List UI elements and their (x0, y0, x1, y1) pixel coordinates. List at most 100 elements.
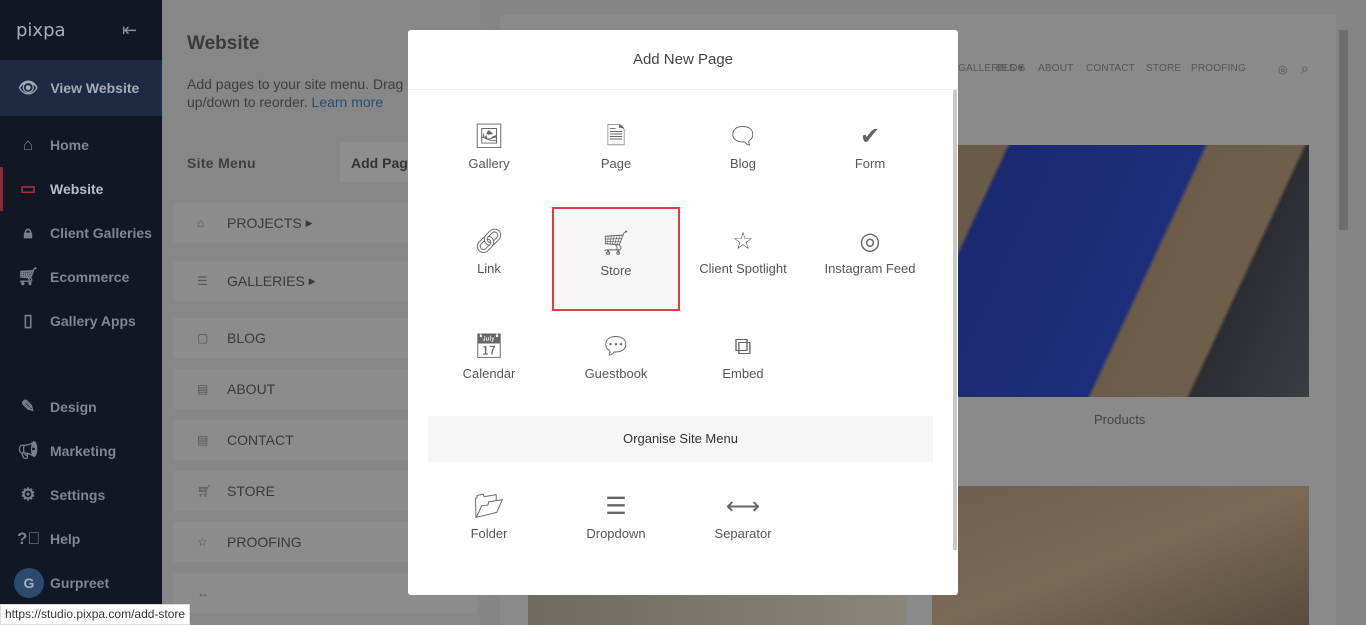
calendar-plus-icon: 📅︎ (473, 333, 505, 360)
home-icon: ⌂ (22, 135, 34, 154)
tile-label: Embed (722, 366, 764, 381)
home-icon: ⌂ (197, 216, 205, 230)
tile-label: Page (600, 156, 632, 171)
collapse-sidebar-icon[interactable]: ⇤ (122, 20, 137, 41)
document-icon: 🗎 (606, 123, 626, 150)
sidebar-item-ecommerce[interactable]: 🛒︎ Ecommerce (0, 255, 162, 299)
double-check-icon: ✔ (859, 123, 881, 150)
tile-label: Store (600, 263, 632, 278)
page-type-link[interactable]: 🔗︎ Link (425, 207, 553, 311)
tile-label: Instagram Feed (824, 261, 916, 276)
tile-label: Blog (729, 156, 757, 171)
preview-nav-store: STORE (1146, 63, 1182, 74)
megaphone-icon: 📢︎ (17, 441, 39, 460)
page-type-calendar[interactable]: 📅︎ Calendar (425, 312, 553, 416)
sidebar-item-settings[interactable]: ⚙ Settings (0, 473, 162, 517)
page-type-guestbook[interactable]: 💬︎ Guestbook (552, 312, 680, 416)
label: Help (50, 531, 81, 547)
user-profile[interactable]: G Gurpreet (0, 561, 162, 605)
page-type-instagram-feed[interactable]: ◎ Instagram Feed (806, 207, 934, 311)
label: Client Galleries (50, 225, 152, 241)
tile-label: Form (854, 156, 886, 171)
page-type-client-spotlight[interactable]: ☆ Client Spotlight (679, 207, 807, 311)
label: Website (50, 181, 104, 197)
help-icon: ?⃝ (17, 529, 41, 548)
tile-label: Link (477, 261, 501, 276)
star-icon: ☆ (197, 535, 208, 549)
chat-bubble-icon: 💬︎ (600, 333, 632, 360)
sidebar-item-home[interactable]: ⌂ Home (0, 123, 162, 167)
design-icon: ✎ (20, 397, 36, 416)
label: PROOFING (227, 534, 302, 550)
browser-icon: ▭ (19, 179, 37, 198)
sidebar-item-website[interactable]: ▭ Website (0, 167, 162, 211)
link-icon: 🔗︎ (473, 228, 505, 255)
sidebar: pixpa ⇤ 👁 View Website ⌂ Home ▭ Website 🔒︎ C… (0, 0, 162, 625)
tile-label: Separator (714, 526, 772, 541)
label: PROJECTS (227, 215, 302, 231)
tile-label: Calendar (462, 366, 516, 381)
arrows-horizontal-icon: ↔ (197, 586, 209, 600)
mobile-icon: ▯ (23, 311, 33, 330)
page-type-blog[interactable]: 🗨︎ Blog (679, 102, 807, 206)
sidebar-item-marketing[interactable]: 📢︎ Marketing (0, 429, 162, 473)
instagram-icon: ◎ (1278, 64, 1288, 76)
document-icon: ▤ (197, 382, 209, 396)
page-type-page[interactable]: 🗎 Page (552, 102, 680, 206)
external-icon: ⧉ (734, 333, 752, 360)
view-website-label: View Website (50, 80, 140, 96)
preview-nav-blog: BLOG (997, 63, 1026, 74)
image-icon: 🖼︎ (473, 123, 505, 150)
label: BLOG (227, 330, 266, 346)
label: CONTACT (227, 432, 294, 448)
sidebar-item-help[interactable]: ?⃝ Help (0, 517, 162, 561)
document-icon: ▤ (197, 433, 209, 447)
gear-icon: ⚙ (20, 485, 36, 504)
label: Ecommerce (50, 269, 130, 285)
cart-icon: 🛒︎ (17, 267, 39, 286)
scrollbar-thumb[interactable] (1339, 30, 1348, 230)
tile-label: Client Spotlight (699, 261, 787, 276)
learn-more-link[interactable]: Learn more (312, 94, 384, 110)
label: GALLERIES (227, 273, 305, 289)
sidebar-item-client-galleries[interactable]: 🔒︎ Client Galleries (0, 211, 162, 255)
tile-label: Folder (470, 526, 508, 541)
arrows-horizontal-icon: ⟷ (725, 493, 761, 520)
site-menu-label: Site Menu (187, 155, 256, 171)
label: STORE (227, 483, 275, 499)
preview-scrollbar[interactable] (1337, 18, 1350, 625)
modal-scrollbar[interactable] (953, 90, 957, 550)
logo: pixpa (16, 20, 66, 41)
preview-nav-proofing: PROOFING (1191, 63, 1246, 74)
page-type-form[interactable]: ✔ Form (806, 102, 934, 206)
add-new-page-modal: Add New Page 🖼︎ Gallery 🗎 Page 🗨︎ Blog ✔ Form 🔗︎… (408, 30, 958, 595)
modal-title: Add New Page (408, 30, 958, 90)
page-type-folder[interactable]: 📂︎ Folder (425, 472, 553, 576)
cart-icon: 🛒︎ (600, 230, 632, 257)
page-type-gallery[interactable]: 🖼︎ Gallery (425, 102, 553, 206)
product-image (932, 486, 1309, 625)
page-type-dropdown[interactable]: ☰ Dropdown (552, 472, 680, 576)
preview-nav-about: ABOUT (1038, 63, 1074, 74)
sidebar-item-design[interactable]: ✎ Design (0, 385, 162, 429)
avatar: G (14, 568, 44, 598)
label: Gallery Apps (50, 313, 136, 329)
page-type-separator[interactable]: ⟷ Separator (679, 472, 807, 576)
label: ABOUT (227, 381, 276, 397)
sidebar-item-gallery-apps[interactable]: ▯ Gallery Apps (0, 299, 162, 343)
folder-icon: 📂︎ (473, 493, 505, 520)
product-image (932, 145, 1309, 397)
lock-icon: 🔒︎ (23, 223, 33, 242)
preview-nav-contact: CONTACT (1086, 63, 1135, 74)
page-title: Website (187, 33, 260, 54)
status-url: https://studio.pixpa.com/add-store (0, 604, 191, 625)
view-website-button[interactable]: 👁 View Website (0, 60, 162, 116)
organise-site-menu-heading: Organise Site Menu (428, 416, 933, 462)
search-icon: ⌕ (1301, 60, 1310, 76)
page-type-store[interactable]: 🛒︎ Store (552, 207, 680, 311)
comment-icon: 🗨︎ (727, 123, 759, 150)
menu-lines-icon: ☰ (605, 493, 627, 520)
label: Marketing (50, 443, 117, 459)
page-type-embed[interactable]: ⧉ Embed (679, 312, 807, 416)
label: Settings (50, 487, 106, 503)
